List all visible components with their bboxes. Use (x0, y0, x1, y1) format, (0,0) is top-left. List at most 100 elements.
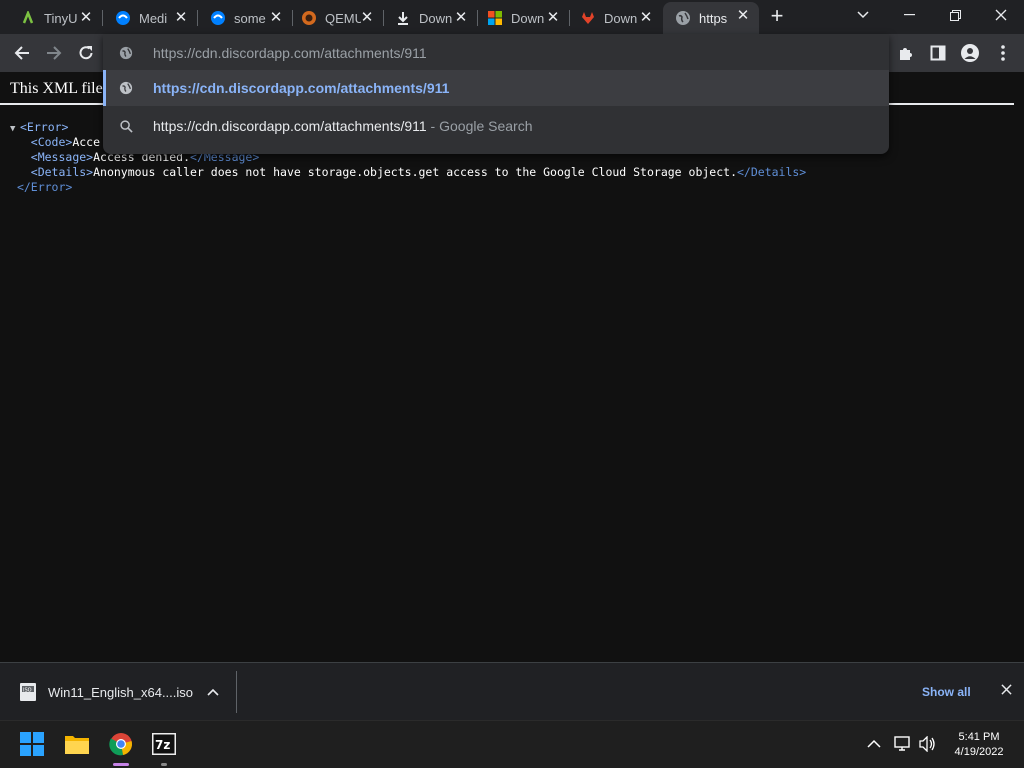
network-button[interactable] (894, 736, 912, 755)
close-window-button[interactable] (978, 0, 1024, 30)
microsoft-favicon-icon (487, 10, 503, 26)
reload-button[interactable] (73, 40, 99, 66)
xml-tag: </Details> (737, 165, 807, 179)
close-tab-icon[interactable]: ✕ (638, 10, 654, 26)
xml-tag: <Details> (30, 165, 94, 179)
xml-tag: <Code> (30, 135, 73, 149)
url-host: https://cdn.discordapp.com (153, 45, 321, 61)
suggestion-url-text: https://cdn.discordapp.com/attachments/9… (153, 80, 450, 96)
tab-medium[interactable]: Medi ✕ (103, 4, 197, 32)
tab-active-https[interactable]: https ✕ (663, 2, 759, 34)
tab-download-2[interactable]: Down ✕ (475, 4, 569, 32)
reload-icon (79, 46, 93, 60)
tab-some[interactable]: some ✕ (198, 4, 292, 32)
extensions-button[interactable] (893, 40, 919, 66)
suggestion-search[interactable]: https://cdn.discordapp.com/attachments/9… (103, 108, 889, 144)
xml-tag: <Error> (20, 120, 69, 134)
svg-text:ISO: ISO (23, 688, 32, 694)
close-download-bar-button[interactable] (996, 681, 1016, 701)
file-explorer-button[interactable] (62, 729, 92, 759)
address-bar-text: https://cdn.discordapp.com/attachments/9… (153, 45, 427, 61)
globe-icon (675, 10, 691, 26)
profile-button[interactable] (957, 40, 983, 66)
running-app-indicator (161, 763, 167, 766)
download-icon (395, 10, 411, 26)
show-all-downloads-link[interactable]: Show all (922, 685, 971, 699)
chevron-up-icon (867, 739, 881, 748)
qemu-favicon-icon (301, 10, 317, 26)
suggestion-text: https://cdn.discordapp.com/attachments/9… (153, 118, 533, 134)
tab-download-1[interactable]: Down ✕ (383, 4, 477, 32)
7zip-taskbar-button[interactable]: 7z (149, 729, 179, 759)
xml-style-notice: This XML file (10, 80, 103, 97)
show-hidden-icons-button[interactable] (867, 735, 881, 751)
windows-taskbar: 7z 5:41 PM 4/19/2022 (0, 720, 1024, 768)
speaker-icon (919, 735, 935, 753)
side-panel-button[interactable] (925, 40, 951, 66)
back-arrow-icon (14, 46, 29, 60)
xml-details-line: <Details>Anonymous caller does not have … (10, 165, 806, 180)
menu-button[interactable] (990, 40, 1016, 66)
minimize-icon (903, 14, 915, 16)
svg-text:7z: 7z (155, 738, 170, 752)
forward-button[interactable] (41, 40, 67, 66)
restore-icon (949, 9, 961, 21)
new-tab-button[interactable]: + (766, 5, 788, 27)
divider (236, 671, 237, 713)
gitlab-favicon-icon (580, 10, 596, 26)
close-icon (1000, 684, 1012, 695)
suggestion-text: https://cdn.discordapp.com/attachments/9… (153, 80, 449, 96)
suggestion-url[interactable]: https://cdn.discordapp.com/attachments/9… (103, 70, 889, 106)
tab-tinyurl[interactable]: TinyU ✕ (8, 4, 102, 32)
volume-button[interactable] (919, 735, 937, 755)
search-icon (118, 118, 134, 134)
forward-arrow-icon (47, 46, 62, 60)
system-clock[interactable]: 5:41 PM 4/19/2022 (946, 730, 1012, 760)
puzzle-icon (900, 48, 912, 60)
tab-strip: TinyU ✕ Medi ✕ some ✕ QEMU ✕ Down ✕ Down… (0, 0, 1024, 34)
tab-title: QEMU (325, 10, 361, 26)
restore-button[interactable] (932, 0, 978, 30)
close-icon (995, 9, 1007, 21)
tab-title: Down (419, 10, 453, 26)
chrome-taskbar-button[interactable] (106, 729, 136, 759)
tab-title: some (234, 10, 266, 26)
minimize-button[interactable] (886, 0, 932, 30)
download-file-name[interactable]: Win11_English_x64....iso (48, 685, 193, 700)
address-bar-input[interactable]: https://cdn.discordapp.com/attachments/9… (103, 35, 889, 71)
close-tab-icon[interactable]: ✕ (173, 10, 189, 26)
tab-title: https (699, 10, 728, 26)
close-tab-icon[interactable]: ✕ (545, 10, 561, 26)
close-tab-icon[interactable]: ✕ (78, 10, 94, 26)
globe-icon (118, 80, 134, 96)
tab-title: TinyU (44, 10, 78, 26)
suggestion-query-text: https://cdn.discordapp.com/attachments/9… (153, 118, 427, 134)
windows-logo-icon (20, 732, 44, 756)
close-tab-icon[interactable]: ✕ (359, 10, 375, 26)
omnibox-dropdown: https://cdn.discordapp.com/attachments/9… (103, 34, 889, 154)
close-tab-icon[interactable]: ✕ (268, 10, 284, 26)
close-tab-icon[interactable]: ✕ (453, 10, 469, 26)
digitalocean-favicon-icon (210, 10, 226, 26)
clock-time: 5:41 PM (958, 731, 1000, 743)
tab-title: Down (604, 10, 638, 26)
xml-tag: <Message> (30, 150, 94, 164)
page-content: This XML file ▼ <Error> <Code>Acce <Messa… (0, 72, 1024, 662)
tab-search-button[interactable] (840, 0, 886, 30)
url-path: /attachments/911 (320, 45, 427, 61)
close-tab-icon[interactable]: ✕ (735, 8, 751, 24)
download-options-button[interactable] (204, 683, 222, 701)
iso-file-icon: ISO (20, 683, 36, 701)
folder-icon (65, 736, 89, 754)
chevron-down-icon (857, 11, 869, 19)
tab-download-3[interactable]: Down ✕ (568, 4, 662, 32)
tab-qemu[interactable]: QEMU ✕ (289, 4, 383, 32)
start-button[interactable] (17, 729, 47, 759)
clock-date: 4/19/2022 (954, 746, 1004, 758)
network-icon (894, 736, 910, 751)
xml-text: Acce (72, 135, 101, 149)
chrome-icon (109, 733, 132, 756)
download-bar: ISO Win11_English_x64....iso Show all (0, 662, 1024, 720)
xml-tag: </Error> (16, 180, 73, 194)
back-button[interactable] (9, 40, 35, 66)
